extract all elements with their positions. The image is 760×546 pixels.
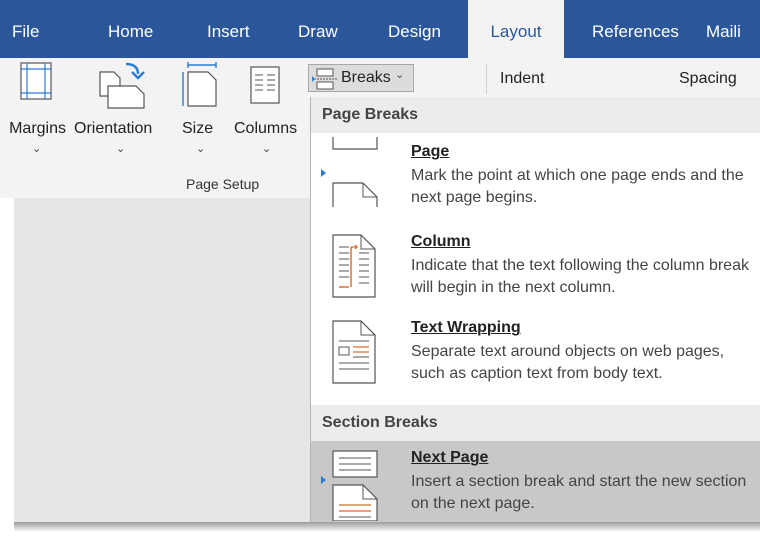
breaks-dropdown-menu: Page Breaks Page Mark the point at which… bbox=[310, 97, 760, 522]
menu-item-text-wrapping-title: Text Wrapping bbox=[411, 319, 521, 336]
tab-layout[interactable]: Layout bbox=[468, 0, 564, 58]
menu-item-text-wrapping-desc: Separate text around objects on web page… bbox=[411, 343, 725, 382]
breaks-chevron-icon: ⌄ bbox=[395, 69, 405, 81]
page-breaks-header: Page Breaks bbox=[311, 97, 760, 133]
size-label: Size bbox=[182, 120, 214, 137]
margins-button[interactable]: Margins ⌄ bbox=[0, 58, 66, 158]
menu-item-column-desc: Indicate that the text following the col… bbox=[411, 257, 749, 296]
tab-file[interactable]: File bbox=[12, 0, 39, 58]
tab-home[interactable]: Home bbox=[108, 0, 153, 58]
menu-item-next-page[interactable]: Next Page Insert a section break and sta… bbox=[311, 441, 760, 522]
columns-label: Columns bbox=[234, 120, 298, 137]
section-breaks-header: Section Breaks bbox=[311, 405, 760, 441]
tab-insert[interactable]: Insert bbox=[207, 0, 250, 58]
column-break-icon bbox=[332, 234, 376, 298]
menu-bottom-shadow bbox=[14, 522, 760, 532]
tab-design[interactable]: Design bbox=[388, 0, 441, 58]
tab-mailings[interactable]: Maili bbox=[706, 0, 741, 58]
break-marker-icon bbox=[321, 169, 326, 177]
columns-icon bbox=[250, 66, 280, 104]
menu-item-column-title: Column bbox=[411, 233, 471, 250]
menu-item-page-desc: Mark the point at which one page ends an… bbox=[411, 167, 744, 206]
menu-item-next-page-desc: Insert a section break and start the new… bbox=[411, 473, 747, 512]
breaks-label: Breaks bbox=[341, 69, 391, 86]
margins-icon bbox=[20, 62, 52, 100]
margins-chevron-icon: ⌄ bbox=[32, 143, 42, 155]
margins-label: Margins bbox=[9, 120, 66, 137]
document-area bbox=[14, 198, 310, 522]
size-chevron-icon: ⌄ bbox=[196, 143, 206, 155]
menu-item-text-wrapping[interactable]: Text Wrapping Separate text around objec… bbox=[311, 309, 760, 397]
indent-label: Indent bbox=[500, 70, 545, 87]
orientation-button[interactable]: Orientation ⌄ bbox=[74, 58, 168, 158]
tab-references[interactable]: References bbox=[592, 0, 679, 58]
text-wrapping-icon bbox=[332, 320, 376, 384]
menu-item-page[interactable]: Page Mark the point at which one page en… bbox=[311, 133, 760, 223]
ribbon-tab-bar: File Home Insert Draw Design Layout Refe… bbox=[0, 0, 760, 58]
ribbon-separator bbox=[486, 64, 487, 94]
next-page-break-icon bbox=[332, 450, 378, 521]
page-break-icon bbox=[332, 137, 378, 207]
columns-chevron-icon: ⌄ bbox=[262, 143, 272, 155]
spacing-label: Spacing bbox=[679, 70, 737, 87]
menu-item-next-page-title: Next Page bbox=[411, 449, 489, 466]
size-button[interactable]: Size ⌄ bbox=[176, 58, 224, 158]
size-icon bbox=[182, 62, 217, 107]
orientation-label: Orientation bbox=[74, 120, 153, 137]
orientation-icon bbox=[99, 62, 145, 109]
breaks-icon bbox=[312, 68, 337, 90]
break-marker-icon bbox=[321, 476, 326, 484]
page-setup-group-label: Page Setup bbox=[186, 176, 260, 192]
columns-button[interactable]: Columns ⌄ bbox=[228, 58, 306, 158]
tab-draw[interactable]: Draw bbox=[298, 0, 338, 58]
menu-item-column[interactable]: Column Indicate that the text following … bbox=[311, 223, 760, 309]
breaks-button[interactable]: Breaks ⌄ bbox=[308, 64, 414, 92]
orientation-chevron-icon: ⌄ bbox=[116, 143, 126, 155]
menu-item-page-title: Page bbox=[411, 143, 450, 160]
